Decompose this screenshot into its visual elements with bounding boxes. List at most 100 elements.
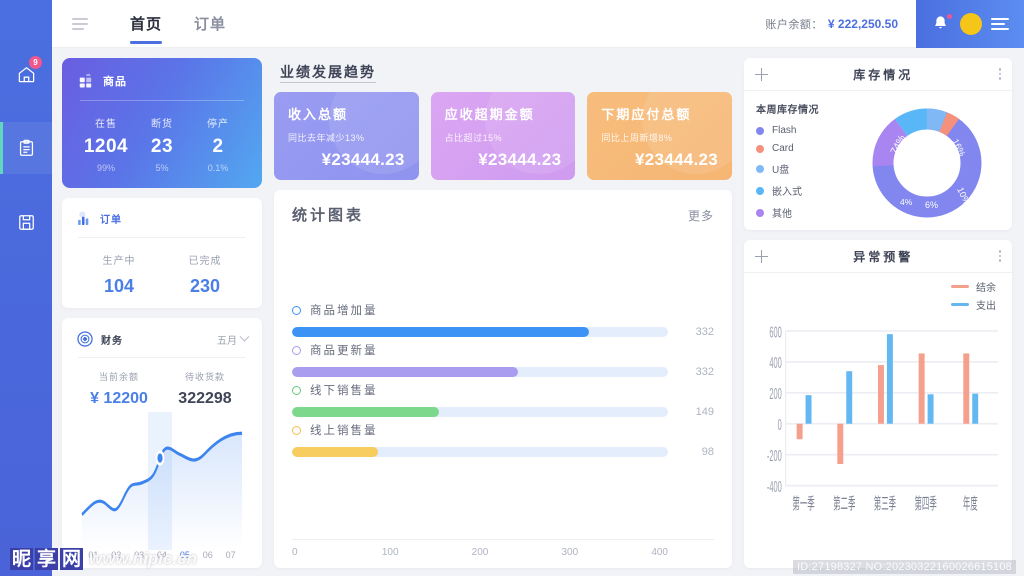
finance-xtick: 06 xyxy=(196,550,219,560)
stat-row-header: 商品增加量 xyxy=(292,302,714,318)
svg-text:-400: -400 xyxy=(767,478,782,496)
inventory-panel-body: 本周库存情况 Flash Card xyxy=(744,91,1012,230)
product-card-title: 商品 xyxy=(103,73,127,89)
stat-bar-track xyxy=(292,407,668,417)
trend-card-subtitle: 占比超过15% xyxy=(445,131,562,144)
bar-expense xyxy=(806,395,812,424)
legend-label: 结余 xyxy=(976,279,996,294)
inventory-panel-header: 库存情况 xyxy=(744,58,1012,91)
statistics-panel-header: 统计图表 更多 xyxy=(292,204,714,225)
plus-icon[interactable] xyxy=(755,250,768,263)
stat-bar-value: 332 xyxy=(680,366,714,378)
sidebar-item-storage[interactable] xyxy=(0,196,52,248)
svg-text:第一季: 第一季 xyxy=(792,495,814,513)
product-card-header: 商品 xyxy=(78,72,246,89)
bar-expense xyxy=(887,334,893,424)
product-card-stats: 在售 1204 99% 断货 23 5% 停产 2 0.1% xyxy=(78,115,246,173)
product-card: 商品 在售 1204 99% 断货 23 5% xyxy=(62,58,262,188)
legend-dot-icon xyxy=(756,127,764,135)
order-stat-value: 104 xyxy=(76,276,162,297)
finance-month-selector[interactable]: 五月 xyxy=(217,332,248,347)
warning-panel-body: 结余 支出 xyxy=(744,273,1012,568)
stat-bar-fill xyxy=(292,327,589,337)
legend-label: 支出 xyxy=(976,297,996,312)
inventory-donut-chart: 74% 16% 10% 6% 4% xyxy=(852,101,1002,224)
circle-marker-icon xyxy=(292,426,301,435)
inventory-legend-column: 本周库存情况 Flash Card xyxy=(756,101,852,224)
product-card-divider xyxy=(80,100,244,101)
left-column: 商品 在售 1204 99% 断货 23 5% xyxy=(62,58,262,568)
tab-orders[interactable]: 订单 xyxy=(178,0,242,48)
trend-card-payable[interactable]: 下期应付总额 同比上周新增8% ¥23444.23 xyxy=(587,92,732,180)
svg-text:第二季: 第二季 xyxy=(833,495,855,513)
svg-text:400: 400 xyxy=(769,354,781,372)
trend-card-income[interactable]: 收入总额 同比去年减少13% ¥23444.23 xyxy=(274,92,419,180)
legend-item: 结余 xyxy=(951,279,996,294)
svg-text:0: 0 xyxy=(778,416,782,434)
grid-blocks-icon xyxy=(78,72,95,89)
warning-panel-title: 异常预警 xyxy=(768,248,999,265)
order-card: 订单 生产中 104 已完成 230 xyxy=(62,198,262,308)
circle-marker-icon xyxy=(292,346,301,355)
product-stat-discontinued: 停产 2 0.1% xyxy=(190,115,246,173)
circle-marker-icon xyxy=(292,306,301,315)
legend-item: Card xyxy=(756,143,852,154)
bar-balance xyxy=(837,424,843,464)
product-stat-label: 在售 xyxy=(78,115,134,130)
dashboard-body: 商品 在售 1204 99% 断货 23 5% xyxy=(52,48,1024,576)
statistics-xaxis: 0 100 200 300 400 xyxy=(292,540,714,558)
order-stat-completed: 已完成 230 xyxy=(162,252,248,297)
stat-bar-row: 332 xyxy=(292,326,714,338)
finance-area-chart-svg xyxy=(76,412,248,550)
plus-icon[interactable] xyxy=(755,68,768,81)
finance-month-label: 五月 xyxy=(217,332,237,347)
legend-dot-icon xyxy=(756,145,764,153)
stat-row-label: 线上销售量 xyxy=(310,422,378,438)
legend-label: 其他 xyxy=(772,205,792,220)
notifications-button[interactable] xyxy=(931,14,951,34)
middle-column: 业绩发展趋势 收入总额 同比去年减少13% ¥23444.23 应收超期金额 占… xyxy=(274,58,732,568)
statistics-panel: 统计图表 更多 商品增加量 xyxy=(274,190,732,568)
kebab-menu-icon[interactable] xyxy=(999,68,1002,80)
finance-area-chart xyxy=(76,412,248,550)
stat-bar-fill xyxy=(292,447,378,457)
menu-icon[interactable] xyxy=(991,18,1009,30)
stat-row-header: 线上销售量 xyxy=(292,422,714,438)
tab-home[interactable]: 首页 xyxy=(114,0,178,48)
legend-item: U盘 xyxy=(756,161,852,176)
legend-bar-icon xyxy=(951,285,969,288)
statistics-more-link[interactable]: 更多 xyxy=(688,207,714,224)
stat-bar-track xyxy=(292,367,668,377)
finance-stat-label: 当前余额 xyxy=(76,370,162,383)
finance-xtick: 03 xyxy=(128,550,151,560)
stat-row-online-sales: 线上销售量 98 xyxy=(292,422,714,458)
finance-card-divider xyxy=(78,357,246,358)
svg-text:600: 600 xyxy=(769,323,781,341)
warning-bar-chart-svg: 600 400 200 0 -200 -400 xyxy=(752,314,1002,564)
avatar[interactable] xyxy=(960,13,982,35)
trend-card-amount: ¥23444.23 xyxy=(322,150,405,170)
product-stat-pct: 99% xyxy=(78,163,134,173)
trend-card-subtitle: 同比上周新增8% xyxy=(601,131,718,144)
stat-bar-track xyxy=(292,447,668,457)
legend-label: 嵌入式 xyxy=(772,183,802,198)
statistics-xtick: 0 xyxy=(292,547,382,558)
legend-item: 嵌入式 xyxy=(756,183,852,198)
trend-card-overdue[interactable]: 应收超期金额 占比超过15% ¥23444.23 xyxy=(431,92,576,180)
legend-dot-icon xyxy=(756,209,764,217)
legend-dot-icon xyxy=(756,187,764,195)
statistics-panel-title: 统计图表 xyxy=(292,204,364,225)
product-stat-label: 断货 xyxy=(134,115,190,130)
sidebar-item-orders[interactable] xyxy=(0,122,52,174)
statistics-xtick: 400 xyxy=(651,547,668,558)
svg-text:-200: -200 xyxy=(767,447,782,465)
hamburger-icon[interactable] xyxy=(60,18,100,30)
bar-expense xyxy=(972,394,978,424)
product-stat-value: 23 xyxy=(134,136,190,158)
finance-stat-label: 待收货款 xyxy=(162,370,248,383)
warning-bar-chart: 600 400 200 0 -200 -400 xyxy=(752,314,1002,564)
legend-label: Flash xyxy=(772,125,796,136)
sidebar-item-home[interactable]: 9 xyxy=(0,48,52,100)
kebab-menu-icon[interactable] xyxy=(999,250,1002,262)
svg-text:200: 200 xyxy=(769,385,781,403)
